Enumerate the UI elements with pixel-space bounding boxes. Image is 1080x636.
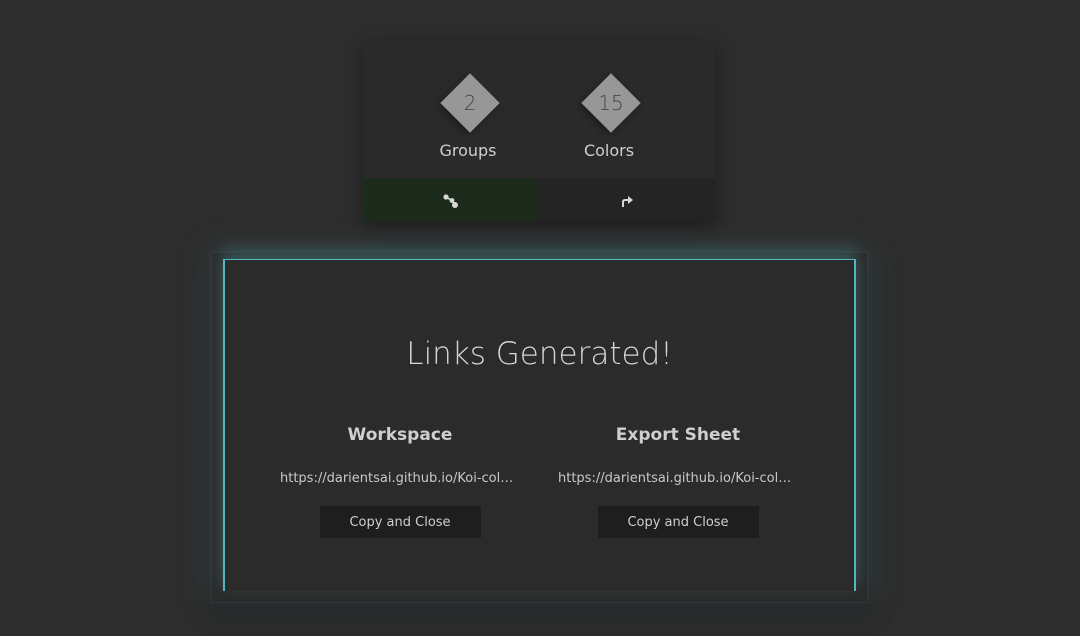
groups-label: Groups	[439, 141, 497, 160]
workspace-heading: Workspace	[347, 425, 453, 445]
export-button[interactable]	[537, 178, 715, 221]
card-actions	[364, 178, 715, 221]
export-sheet-link[interactable]: https://darientsai.github.io/Koi-color-.…	[558, 471, 798, 486]
export-arrow-icon	[622, 195, 633, 207]
share-icon	[442, 193, 458, 208]
export-sheet-copy-button[interactable]: Copy and Close	[597, 506, 759, 538]
export-sheet-heading: Export Sheet	[615, 425, 741, 445]
stats-card: 2 Groups 15 Colors	[364, 41, 715, 221]
share-button[interactable]	[364, 178, 537, 221]
modal-title: Links Generated!	[406, 336, 673, 372]
colors-count: 15	[598, 91, 624, 115]
workspace-copy-button[interactable]: Copy and Close	[319, 506, 481, 538]
colors-label: Colors	[583, 141, 635, 160]
colors-stat: 15 Colors	[551, 73, 671, 160]
workspace-link[interactable]: https://darientsai.github.io/Koi-color-.…	[280, 471, 520, 486]
export-sheet-column: Export Sheet https://darientsai.github.i…	[553, 425, 803, 538]
groups-stat: 2 Groups	[410, 73, 530, 160]
links-modal: Links Generated! Workspace https://darie…	[211, 252, 868, 603]
groups-count: 2	[463, 91, 477, 115]
colors-diamond: 15	[551, 73, 671, 135]
groups-diamond: 2	[410, 73, 530, 135]
workspace-column: Workspace https://darientsai.github.io/K…	[275, 425, 525, 538]
